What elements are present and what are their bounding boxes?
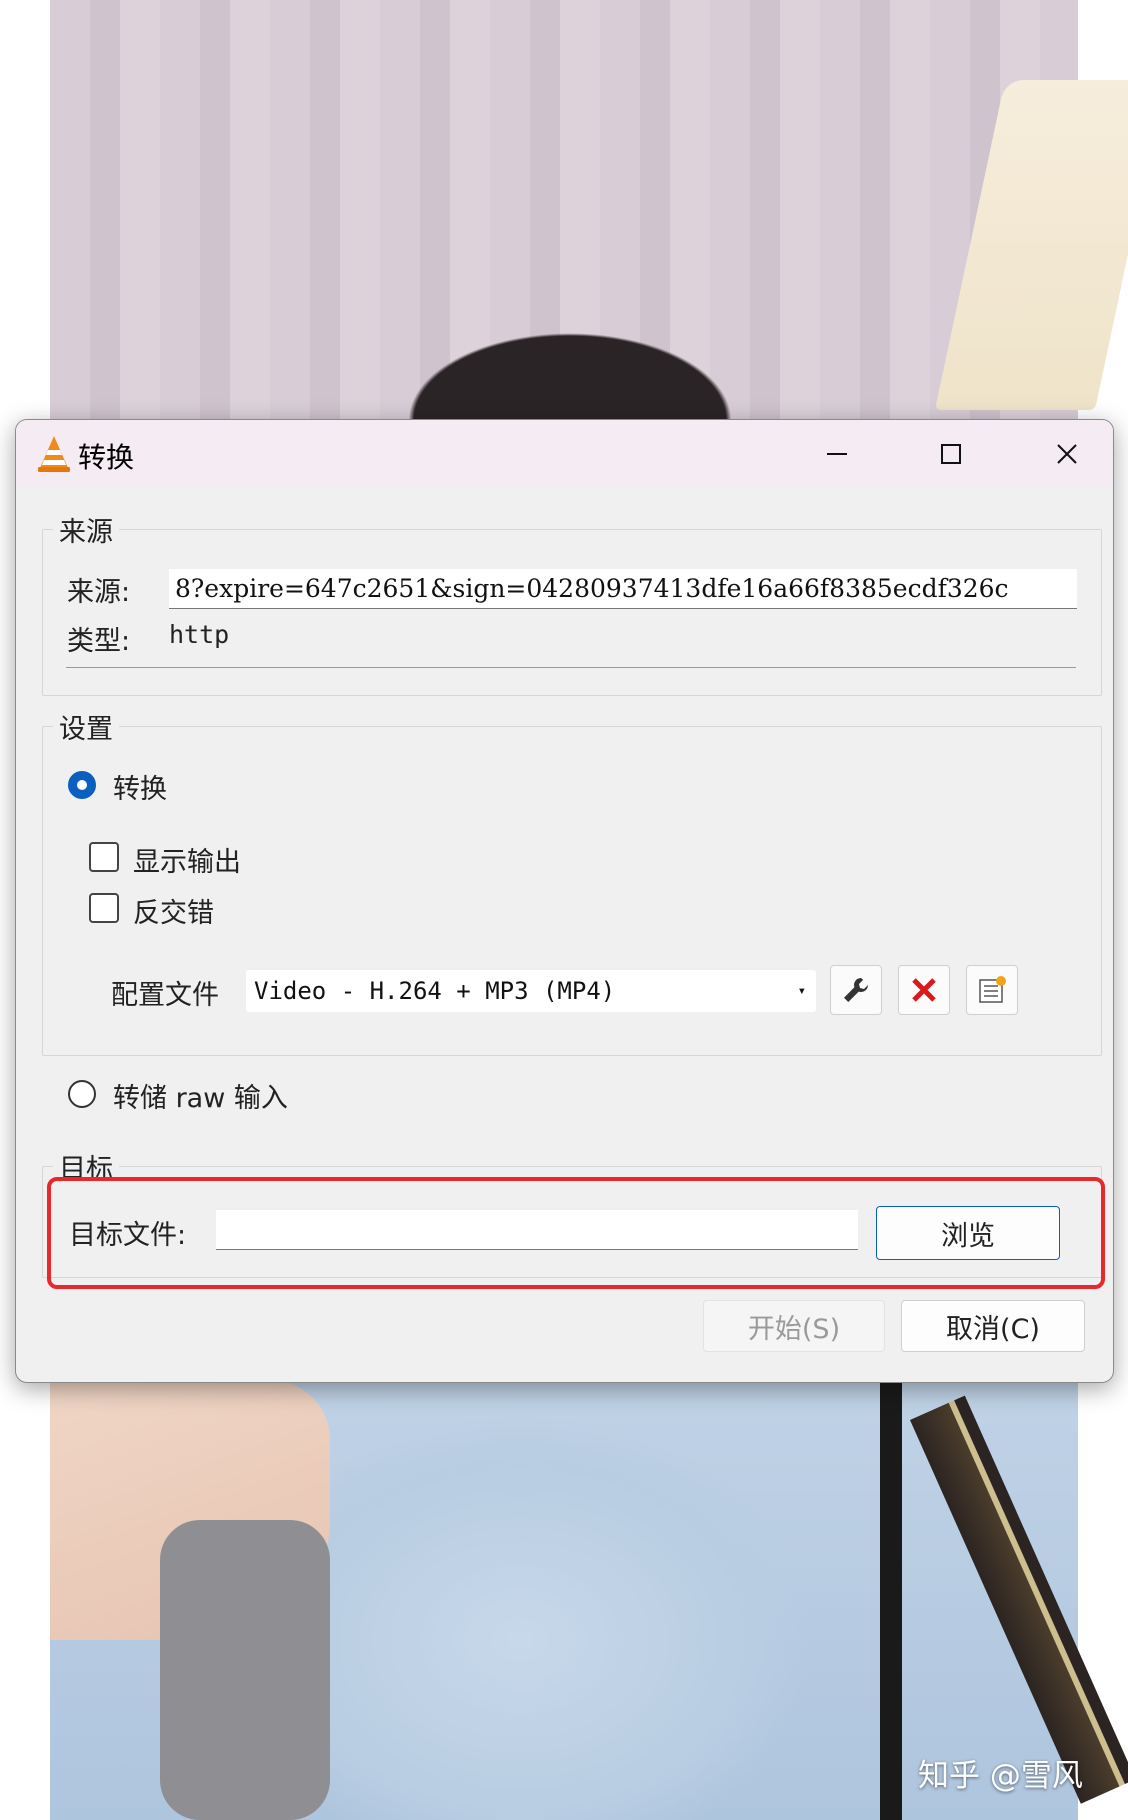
minimize-button[interactable] — [781, 420, 893, 488]
vlc-cone-icon — [38, 436, 70, 472]
new-profile-button[interactable] — [966, 965, 1018, 1015]
deinterlace-label: 反交错 — [133, 898, 214, 929]
convert-radio[interactable] — [68, 771, 96, 799]
edit-profile-button[interactable] — [830, 965, 882, 1015]
show-output-checkbox[interactable] — [89, 842, 119, 872]
source-field[interactable]: 8?expire=647c2651&sign=04280937413dfe16a… — [169, 569, 1077, 609]
watermark: 知乎 @雪风 — [918, 1758, 1083, 1794]
wrench-icon — [844, 978, 868, 1002]
close-button[interactable] — [1011, 420, 1113, 488]
chevron-down-icon: ▾ — [797, 983, 806, 999]
profile-label: 配置文件 — [111, 980, 219, 1011]
show-output-label: 显示输出 — [133, 847, 241, 878]
source-group-label: 来源 — [53, 510, 119, 549]
new-profile-icon — [979, 976, 1006, 1003]
highlight-box — [47, 1177, 1105, 1289]
source-group — [42, 529, 1102, 696]
source-separator — [66, 667, 1076, 668]
cancel-button[interactable]: 取消(C) — [901, 1300, 1085, 1352]
profile-select-value: Video - H.264 + MP3 (MP4) — [254, 977, 616, 1005]
minimize-icon — [827, 453, 847, 455]
microphone-stand — [880, 1380, 902, 1820]
close-icon — [1057, 444, 1077, 464]
profile-select[interactable]: Video - H.264 + MP3 (MP4) ▾ — [246, 970, 816, 1012]
window-title: 转换 — [78, 441, 135, 474]
dump-raw-label: 转储 raw 输入 — [113, 1083, 288, 1114]
start-button[interactable]: 开始(S) — [703, 1300, 885, 1352]
delete-profile-button[interactable] — [898, 965, 950, 1015]
lamp — [934, 80, 1128, 410]
title-bar[interactable]: 转换 — [16, 420, 1113, 488]
type-label: 类型: — [67, 626, 131, 657]
deinterlace-checkbox[interactable] — [89, 893, 119, 923]
maximize-button[interactable] — [895, 420, 1007, 488]
convert-radio-label: 转换 — [113, 774, 167, 805]
maximize-icon — [941, 444, 961, 464]
dump-raw-radio[interactable] — [68, 1080, 96, 1108]
delete-icon — [912, 978, 936, 1002]
type-value: http — [169, 620, 230, 649]
convert-dialog: 转换 来源 来源: 8?expire=647c2651&sign=0428093… — [15, 419, 1114, 1383]
settings-group-label: 设置 — [53, 707, 119, 746]
source-label: 来源: — [67, 577, 131, 608]
bag — [160, 1520, 330, 1820]
